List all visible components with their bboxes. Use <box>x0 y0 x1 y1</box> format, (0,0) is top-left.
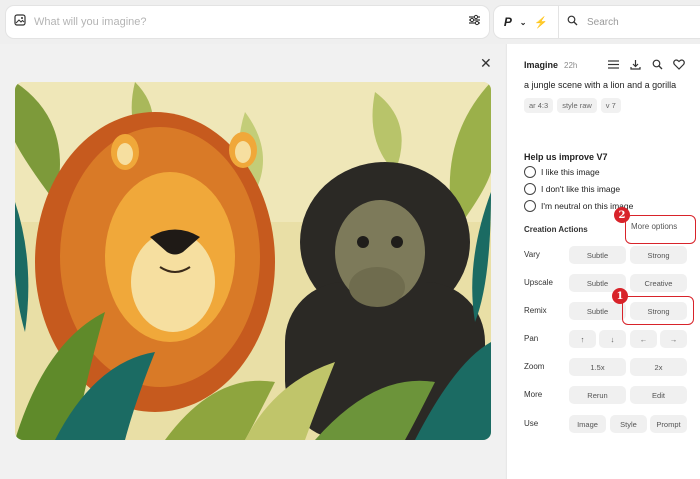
heart-icon[interactable] <box>670 56 688 72</box>
feedback-label: I like this image <box>541 167 600 177</box>
vary-label: Vary <box>524 250 540 259</box>
close-icon[interactable]: ✕ <box>480 55 492 72</box>
annotation-badge-2: 2 <box>614 207 630 223</box>
param-chip[interactable]: ar 4:3 <box>524 98 554 113</box>
zoom-label: Zoom <box>524 362 545 371</box>
prompt-input[interactable]: What will you imagine? <box>26 16 468 28</box>
search-icon[interactable] <box>648 56 666 72</box>
pan-label: Pan <box>524 334 539 343</box>
pan-left-button[interactable]: ← <box>630 330 657 348</box>
feedback-like[interactable]: I like this image <box>524 166 600 178</box>
details-panel: Imagine 22h a jungle scene with a lion a… <box>506 44 700 479</box>
job-type: Imagine <box>524 60 559 70</box>
vary-strong-button[interactable]: Strong <box>630 246 687 264</box>
use-prompt-button[interactable]: Prompt <box>650 415 687 433</box>
search-icon[interactable] <box>567 15 578 29</box>
upscale-label: Upscale <box>524 278 553 287</box>
job-age: 22h <box>564 61 578 70</box>
header-actions <box>604 56 688 72</box>
rerun-button[interactable]: Rerun <box>569 386 626 404</box>
upscale-creative-button[interactable]: Creative <box>630 274 687 292</box>
feedback-title: Help us improve V7 <box>524 152 608 162</box>
search-input[interactable]: Search <box>587 17 619 28</box>
remix-label: Remix <box>524 306 547 315</box>
zoom-1-5x-button[interactable]: 1.5x <box>569 358 626 376</box>
annotation-badge-1: 1 <box>612 288 628 304</box>
radio-icon[interactable] <box>524 183 536 195</box>
search-box[interactable]: Search <box>559 6 700 38</box>
remix-subtle-button[interactable]: Subtle <box>569 302 626 320</box>
pan-right-button[interactable]: → <box>660 330 687 348</box>
feedback-label: I don't like this image <box>541 184 621 194</box>
edit-button[interactable]: Edit <box>630 386 687 404</box>
use-image-button[interactable]: Image <box>569 415 606 433</box>
remix-strong-highlight <box>622 296 694 325</box>
creation-actions-title: Creation Actions <box>524 225 588 234</box>
pan-up-button[interactable]: ↑ <box>569 330 596 348</box>
image-icon[interactable] <box>14 13 26 31</box>
download-icon[interactable] <box>626 56 644 72</box>
vary-subtle-button[interactable]: Subtle <box>569 246 626 264</box>
settings-sliders-icon[interactable] <box>468 13 481 31</box>
chevron-down-icon[interactable]: ⌄ <box>520 18 527 27</box>
prompt-bar[interactable]: What will you imagine? <box>6 6 489 38</box>
menu-icon[interactable] <box>604 56 622 72</box>
sparkle-icon[interactable]: ⚡ <box>534 16 548 29</box>
feedback-dislike[interactable]: I don't like this image <box>524 183 620 195</box>
use-label: Use <box>524 419 539 428</box>
more-label: More <box>524 390 543 399</box>
mode-selector[interactable]: P ⌄ ⚡ <box>494 6 558 38</box>
param-chips: ar 4:3 style raw v 7 <box>524 98 621 113</box>
generated-image[interactable] <box>15 82 491 440</box>
use-style-button[interactable]: Style <box>610 415 647 433</box>
more-options-highlight <box>625 215 696 244</box>
radio-icon[interactable] <box>524 166 536 178</box>
radio-icon[interactable] <box>524 200 536 212</box>
mode-label[interactable]: P <box>504 15 512 29</box>
prompt-text[interactable]: a jungle scene with a lion and a gorilla <box>524 80 676 90</box>
param-chip[interactable]: v 7 <box>600 98 621 113</box>
pan-down-button[interactable]: ↓ <box>599 330 626 348</box>
zoom-2x-button[interactable]: 2x <box>630 358 687 376</box>
param-chip[interactable]: style raw <box>557 98 597 113</box>
